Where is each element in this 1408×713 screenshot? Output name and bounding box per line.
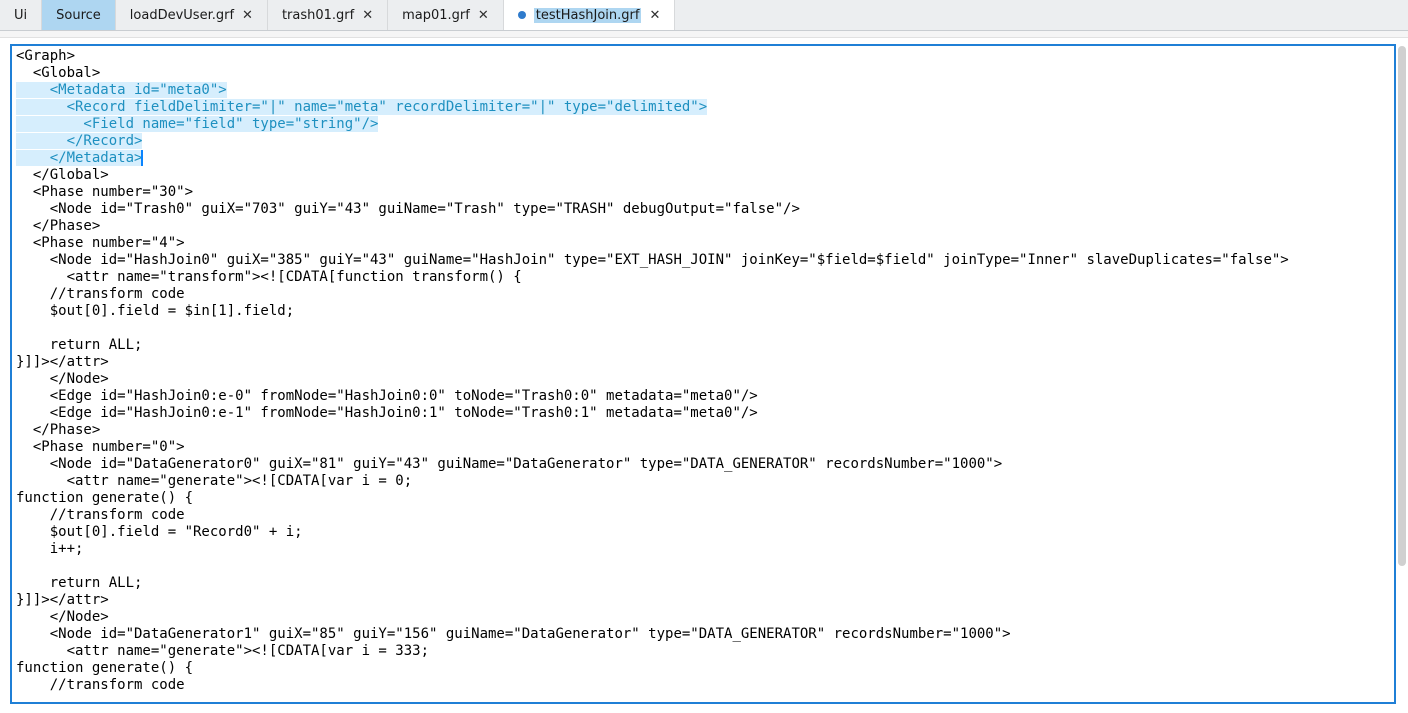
- tab-loaddevuser[interactable]: loadDevUser.grf ✕: [116, 0, 268, 30]
- tab-label: testHashJoin.grf: [534, 8, 642, 23]
- tab-label: loadDevUser.grf: [130, 8, 234, 23]
- source-editor[interactable]: <Graph> <Global> <Metadata id="meta0"> <…: [12, 46, 1394, 696]
- tab-ui[interactable]: Ui: [0, 0, 42, 30]
- close-icon[interactable]: ✕: [649, 9, 660, 22]
- source-editor-frame: <Graph> <Global> <Metadata id="meta0"> <…: [10, 44, 1396, 704]
- editor-tabstrip: Ui Source loadDevUser.grf ✕ trash01.grf …: [0, 0, 1408, 31]
- tab-label: trash01.grf: [282, 8, 354, 23]
- tab-testhashjoin[interactable]: testHashJoin.grf ✕: [504, 0, 676, 30]
- close-icon[interactable]: ✕: [242, 9, 253, 22]
- vertical-scrollbar[interactable]: [1398, 46, 1406, 566]
- dirty-indicator-icon: [518, 11, 526, 19]
- tab-label: map01.grf: [402, 8, 470, 23]
- tab-label: Ui: [14, 8, 27, 23]
- tab-label: Source: [56, 8, 101, 23]
- tab-trash01[interactable]: trash01.grf ✕: [268, 0, 388, 30]
- tab-source[interactable]: Source: [42, 0, 116, 30]
- close-icon[interactable]: ✕: [362, 9, 373, 22]
- tab-map01[interactable]: map01.grf ✕: [388, 0, 504, 30]
- tab-underline: [0, 31, 1408, 38]
- close-icon[interactable]: ✕: [478, 9, 489, 22]
